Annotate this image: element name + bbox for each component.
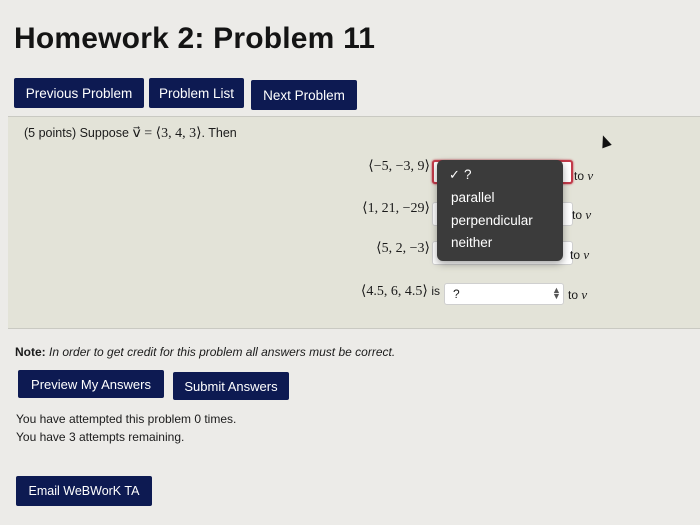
row-4-vector: ⟨4.5, 6, 4.5⟩ is: [330, 283, 440, 300]
page-title: Homework 2: Problem 11: [14, 22, 376, 55]
row-3-v-symbol: v⃗: [583, 247, 600, 262]
vector-v-value: ⟨3, 4, 3⟩: [155, 126, 202, 141]
row-4-stepper-icon: ▲ ▼: [552, 285, 561, 301]
row-4-to-v: to v⃗: [568, 287, 597, 303]
check-icon: ✓: [449, 167, 460, 182]
row-1-vector: ⟨−5, −3, 9⟩: [340, 158, 430, 175]
row-3-vector: ⟨5, 2, −3⟩: [340, 240, 430, 257]
row-3-to-text: to: [570, 248, 581, 262]
note-label: Note:: [15, 345, 46, 359]
email-ta-button[interactable]: Email WeBWorK TA: [16, 476, 152, 506]
row-4-v-symbol: v⃗: [581, 287, 598, 302]
row-2-v-symbol: v⃗: [585, 207, 602, 222]
attempts-remaining-text: You have 3 attempts remaining.: [16, 430, 185, 444]
row-4-vector-text: ⟨4.5, 6, 4.5⟩: [360, 284, 428, 299]
row-4-select-value: ?: [453, 287, 460, 301]
dropdown-option-parallel[interactable]: parallel: [451, 190, 495, 205]
row-4-to-text: to: [568, 288, 579, 302]
dropdown-menu: ✓ ? parallel perpendicular neither: [437, 160, 563, 261]
row-3-vector-text: ⟨5, 2, −3⟩: [376, 241, 430, 256]
suppose-text: Suppose: [79, 126, 129, 140]
previous-problem-button[interactable]: Previous Problem: [14, 78, 144, 108]
note-text: Note: In order to get credit for this pr…: [15, 345, 395, 359]
problem-list-button[interactable]: Problem List: [149, 78, 244, 108]
row-2-to-v: to v⃗: [572, 207, 601, 223]
preview-answers-button[interactable]: Preview My Answers: [18, 370, 164, 398]
row-1-to-v: to v⃗: [574, 168, 603, 184]
row-1-to-text: to: [574, 169, 585, 183]
attempts-count-text: You have attempted this problem 0 times.: [16, 412, 237, 426]
next-problem-button[interactable]: Next Problem: [251, 80, 357, 110]
equals-sign: =: [144, 126, 153, 141]
row-3-to-v: to v⃗: [570, 247, 599, 263]
row-2-vector: ⟨1, 21, −29⟩: [330, 200, 430, 217]
dropdown-option-neither[interactable]: neither: [451, 235, 492, 250]
then-text: . Then: [201, 126, 237, 140]
row-1-v-symbol: v⃗: [587, 168, 604, 183]
submit-answers-button[interactable]: Submit Answers: [173, 372, 289, 400]
points-label: (5 points): [24, 126, 77, 140]
note-message: In order to get credit for this problem …: [49, 345, 396, 359]
row-2-to-text: to: [572, 208, 583, 222]
row-4-select[interactable]: ?: [444, 283, 564, 305]
dropdown-option-placeholder-label: ?: [464, 167, 472, 182]
problem-statement: (5 points) Suppose v⃗ = ⟨3, 4, 3⟩. Then: [24, 125, 237, 142]
row-2-vector-text: ⟨1, 21, −29⟩: [362, 201, 430, 216]
vector-v-symbol: v⃗: [132, 126, 141, 141]
dropdown-option-perpendicular[interactable]: perpendicular: [451, 213, 533, 228]
row-1-vector-text: ⟨−5, −3, 9⟩: [368, 159, 430, 174]
row-4-is-text: is: [431, 284, 440, 298]
